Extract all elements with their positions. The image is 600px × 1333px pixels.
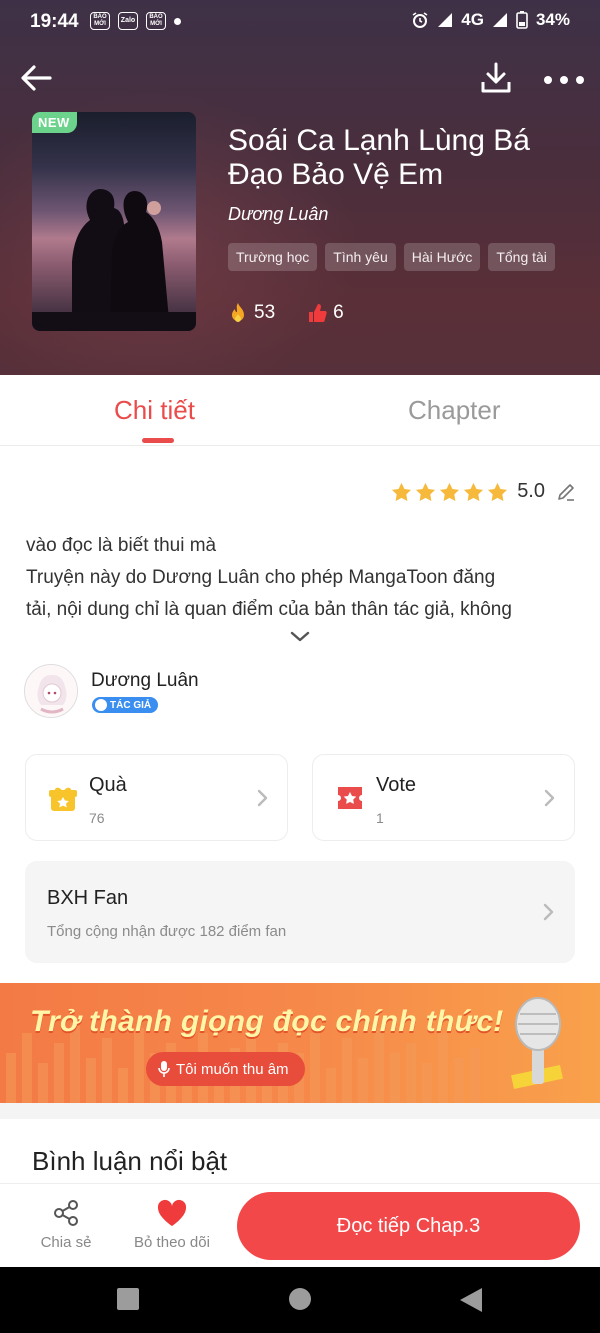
download-button[interactable] xyxy=(476,58,516,98)
microphone-icon xyxy=(158,1061,170,1077)
vote-ticket-icon xyxy=(338,787,362,809)
fan-ranking-card[interactable]: BXH Fan Tổng cộng nhận được 182 điểm fan xyxy=(25,861,575,963)
like-count: 6 xyxy=(333,302,344,323)
vote-count: 1 xyxy=(376,810,384,826)
chevron-down-icon xyxy=(290,631,310,642)
author-role-badge: TÁC GIẢ xyxy=(92,697,159,713)
book-cover[interactable] xyxy=(32,112,196,331)
rating-value: 5.0 xyxy=(517,480,545,502)
author-avatar-image xyxy=(25,665,77,717)
star-icon xyxy=(440,482,460,501)
back-button[interactable] xyxy=(16,58,56,98)
gift-icon xyxy=(49,787,77,811)
rating[interactable]: 5.0 xyxy=(391,480,576,503)
author-name[interactable]: Dương Luân xyxy=(91,670,199,692)
gift-title: Quà xyxy=(89,774,127,796)
tab-detail[interactable]: Chi tiết xyxy=(114,395,195,426)
notification-dot-icon xyxy=(174,17,181,25)
heart-icon xyxy=(157,1199,187,1226)
unfollow-button[interactable]: Bỏ theo dõi xyxy=(127,1198,217,1251)
tag-hai-huoc[interactable]: Hài Hước xyxy=(403,243,481,271)
like-stat: 6 xyxy=(307,302,344,324)
vote-card[interactable]: Vote 1 xyxy=(312,754,575,841)
bottom-action-bar: Chia sẻ Bỏ theo dõi Đọc tiếp Chap.3 xyxy=(0,1183,600,1267)
network-type: 4G xyxy=(461,10,484,29)
download-icon xyxy=(481,62,511,93)
gift-card[interactable]: Quà 76 xyxy=(25,754,288,841)
more-options-button[interactable] xyxy=(542,58,586,98)
tag-truong-hoc[interactable]: Trường học xyxy=(228,243,318,271)
cover-art-image xyxy=(32,189,196,331)
new-badge: NEW xyxy=(32,112,77,133)
home-icon[interactable] xyxy=(288,1287,312,1311)
tab-chapter[interactable]: Chapter xyxy=(408,395,501,426)
signal-icon xyxy=(438,13,453,27)
thumbs-up-icon xyxy=(309,304,327,322)
description-line-3: tải, nội dung chỉ là quan điểm của bản t… xyxy=(26,599,512,620)
share-icon xyxy=(54,1200,78,1226)
recent-apps-icon[interactable] xyxy=(116,1287,140,1311)
status-time: 19:44 xyxy=(30,11,79,32)
back-nav-icon[interactable] xyxy=(458,1287,484,1313)
avatar[interactable] xyxy=(24,664,78,718)
vote-title: Vote xyxy=(376,774,417,796)
detail-tabs: Chi tiết Chapter xyxy=(0,375,600,446)
description-line-1: vào đọc là biết thui mà xyxy=(26,535,217,556)
section-divider xyxy=(0,1103,600,1119)
description-line-2: Truyện này do Dương Luân cho phép MangaT… xyxy=(26,567,496,588)
baomoi-icon-2: BÁO MỚI xyxy=(146,12,166,30)
fan-ranking-title: BXH Fan xyxy=(47,887,129,909)
share-button[interactable]: Chia sẻ xyxy=(21,1198,111,1251)
hot-stat: 53 xyxy=(228,302,275,324)
expand-description-button[interactable] xyxy=(288,628,312,646)
book-title: Soái Ca Lạnh Lùng Bá Đạo Bảo Vệ Em xyxy=(228,124,530,191)
fire-icon xyxy=(232,303,244,322)
book-header: 19:44 BÁO MỚI Zalo BÁO MỚI 4G 34% NEW So… xyxy=(0,0,600,375)
book-stats: 53 6 xyxy=(228,302,344,324)
star-icon xyxy=(488,482,508,501)
gift-count: 76 xyxy=(89,810,105,826)
author-profile[interactable]: Dương Luân TÁC GIẢ xyxy=(24,664,524,722)
record-voice-label: Tôi muốn thu âm xyxy=(176,1060,289,1078)
chevron-right-icon xyxy=(543,903,554,921)
chevron-right-icon xyxy=(257,789,268,807)
book-description: vào đọc là biết thui mà Truyện này do Dư… xyxy=(26,530,578,626)
fan-points-text: Tổng cộng nhận được 182 điểm fan xyxy=(47,923,287,940)
edit-pencil-icon[interactable] xyxy=(556,482,576,502)
banner-title: Trở thành giọng đọc chính thức! xyxy=(30,1005,504,1038)
hot-count: 53 xyxy=(254,302,276,323)
signal-icon-2 xyxy=(492,13,507,27)
baomoi-icon: BÁO MỚI xyxy=(90,12,110,30)
top-nav xyxy=(0,56,600,100)
battery-icon xyxy=(516,11,528,29)
share-label: Chia sẻ xyxy=(40,1234,92,1251)
genre-tags: Trường học Tình yêu Hài Hước Tổng tài xyxy=(228,243,555,271)
status-bar: 19:44 BÁO MỚI Zalo BÁO MỚI 4G 34% xyxy=(0,0,600,44)
tag-tinh-yeu[interactable]: Tình yêu xyxy=(325,243,396,271)
verified-icon xyxy=(95,699,107,711)
alarm-icon xyxy=(412,12,428,28)
star-icon xyxy=(392,482,412,501)
zalo-icon: Zalo xyxy=(118,12,138,30)
system-navigation-bar xyxy=(0,1267,600,1333)
unfollow-label: Bỏ theo dõi xyxy=(134,1234,210,1251)
back-arrow-icon xyxy=(21,65,52,91)
record-voice-button[interactable]: Tôi muốn thu âm xyxy=(146,1052,305,1086)
star-icon xyxy=(416,482,436,501)
microphone-illustration-icon xyxy=(511,997,563,1090)
more-dots-icon xyxy=(544,76,584,84)
author-badge-label: TÁC GIẢ xyxy=(110,699,152,711)
battery-level: 34% xyxy=(535,10,570,29)
book-author[interactable]: Dương Luân xyxy=(228,204,328,225)
notification-icons: BÁO MỚI Zalo BÁO MỚI xyxy=(90,12,181,30)
active-tab-indicator xyxy=(142,438,174,443)
star-icon xyxy=(464,482,484,501)
chevron-right-icon xyxy=(544,789,555,807)
status-right: 4G 34% xyxy=(411,10,570,30)
tag-tong-tai[interactable]: Tổng tài xyxy=(488,243,555,271)
featured-comments-title: Bình luận nổi bật xyxy=(32,1146,228,1176)
continue-reading-button[interactable]: Đọc tiếp Chap.3 xyxy=(237,1192,580,1260)
